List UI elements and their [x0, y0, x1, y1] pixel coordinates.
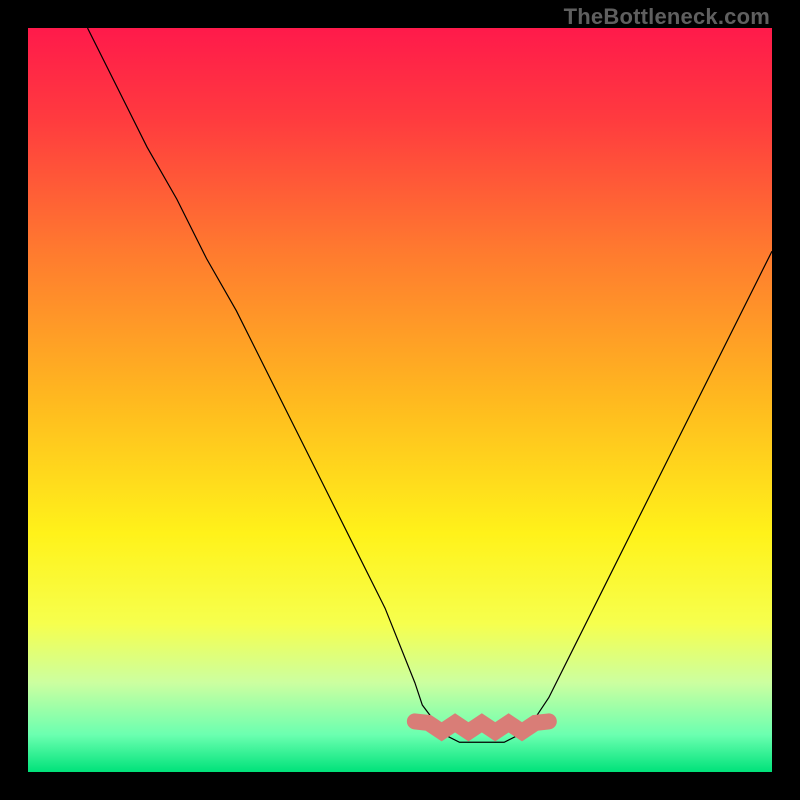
optimal-range-marker [415, 721, 549, 731]
watermark-text: TheBottleneck.com [564, 4, 770, 30]
gradient-background [28, 28, 772, 772]
chart-frame [28, 28, 772, 772]
bottleneck-chart [28, 28, 772, 772]
